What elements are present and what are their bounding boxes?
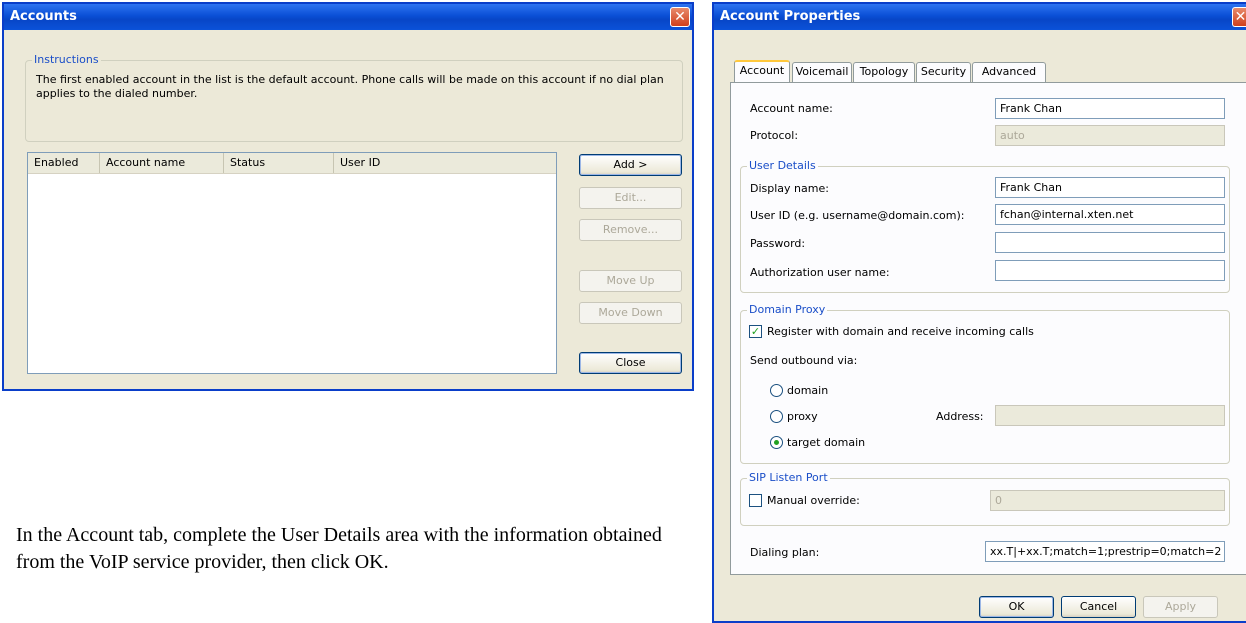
tab-account[interactable]: Account xyxy=(734,60,790,83)
column-header-account-name[interactable]: Account name xyxy=(100,153,224,173)
ok-button[interactable]: OK xyxy=(979,596,1054,618)
send-outbound-label: Send outbound via: xyxy=(750,354,858,367)
protocol-label: Protocol: xyxy=(750,129,799,142)
close-icon[interactable]: ✕ xyxy=(1232,7,1246,27)
dialing-plan-input[interactable]: xx.T|+xx.T;match=1;prestrip=0;match=2 xyxy=(985,541,1225,562)
radio-target-domain-label: target domain xyxy=(787,436,866,449)
protocol-field: auto xyxy=(995,125,1225,146)
radio-proxy-label: proxy xyxy=(787,410,818,423)
domain-proxy-legend: Domain Proxy xyxy=(747,303,828,316)
edit-button[interactable]: Edit... xyxy=(579,187,682,209)
accounts-titlebar[interactable]: Accounts xyxy=(4,4,692,30)
register-label: Register with domain and receive incomin… xyxy=(767,325,1034,338)
tab-voicemail[interactable]: Voicemail xyxy=(792,62,852,82)
display-name-input[interactable]: Frank Chan xyxy=(995,177,1225,198)
radio-proxy[interactable] xyxy=(770,410,783,423)
user-id-label: User ID (e.g. username@domain.com): xyxy=(750,209,965,222)
remove-button[interactable]: Remove... xyxy=(579,219,682,241)
accounts-window: Accounts ✕ Instructions The first enable… xyxy=(2,2,694,391)
instruction-caption: In the Account tab, complete the User De… xyxy=(16,524,662,573)
account-name-input[interactable]: Frank Chan xyxy=(995,98,1225,119)
accounts-title: Accounts xyxy=(10,9,77,24)
move-up-button[interactable]: Move Up xyxy=(579,270,682,292)
address-label: Address: xyxy=(936,410,984,423)
radio-target-domain[interactable] xyxy=(770,436,783,449)
user-id-input[interactable]: fchan@internal.xten.net xyxy=(995,204,1225,225)
tab-security[interactable]: Security xyxy=(916,62,971,82)
manual-override-label: Manual override: xyxy=(767,494,860,507)
properties-titlebar[interactable]: Account Properties xyxy=(714,4,1246,30)
tab-topology[interactable]: Topology xyxy=(853,62,915,82)
properties-title: Account Properties xyxy=(720,9,861,24)
sip-listen-port-legend: SIP Listen Port xyxy=(747,471,830,484)
close-icon[interactable]: ✕ xyxy=(670,7,690,27)
apply-button[interactable]: Apply xyxy=(1143,596,1218,618)
add-button[interactable]: Add > xyxy=(579,154,682,176)
register-checkbox[interactable]: ✓ xyxy=(749,325,762,338)
instructions-text: The first enabled account in the list is… xyxy=(36,73,664,100)
account-name-label: Account name: xyxy=(750,102,833,115)
radio-domain-label: domain xyxy=(787,384,829,397)
sip-port-input: 0 xyxy=(990,490,1225,511)
account-properties-window: Account Properties ✕ Account Voicemail T… xyxy=(712,2,1246,623)
display-name-label: Display name: xyxy=(750,182,829,195)
radio-domain[interactable] xyxy=(770,384,783,397)
auth-user-label: Authorization user name: xyxy=(750,266,890,279)
move-down-button[interactable]: Move Down xyxy=(579,302,682,324)
column-header-user-id[interactable]: User ID xyxy=(334,153,556,173)
column-header-status[interactable]: Status xyxy=(224,153,334,173)
auth-user-input[interactable] xyxy=(995,260,1225,281)
tab-strip: Account Voicemail Topology Security Adva… xyxy=(734,60,1134,83)
manual-override-checkbox[interactable] xyxy=(749,494,762,507)
tab-advanced[interactable]: Advanced xyxy=(972,62,1046,82)
user-details-legend: User Details xyxy=(747,159,818,172)
password-label: Password: xyxy=(750,237,806,250)
accounts-list-header: Enabled Account name Status User ID xyxy=(28,153,556,174)
address-input xyxy=(995,405,1225,426)
cancel-button[interactable]: Cancel xyxy=(1061,596,1136,618)
close-button[interactable]: Close xyxy=(579,352,682,374)
accounts-list[interactable]: Enabled Account name Status User ID xyxy=(27,152,557,374)
dialing-plan-label: Dialing plan: xyxy=(750,546,820,559)
password-input[interactable] xyxy=(995,232,1225,253)
instructions-group: Instructions The first enabled account i… xyxy=(25,53,683,142)
instructions-legend: Instructions xyxy=(32,53,101,66)
column-header-enabled[interactable]: Enabled xyxy=(28,153,100,173)
